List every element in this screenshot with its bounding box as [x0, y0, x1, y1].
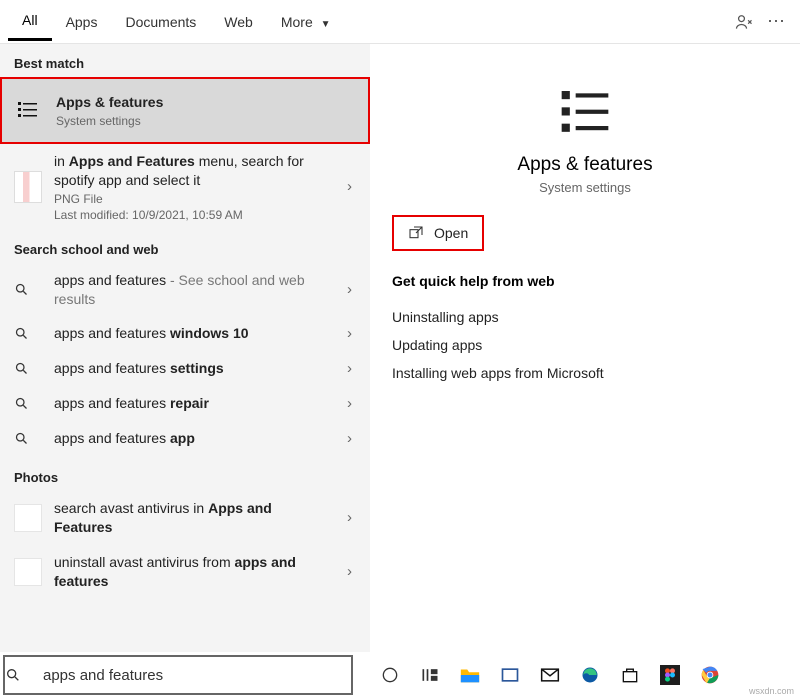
section-photos: Photos [0, 456, 370, 491]
more-options-icon[interactable]: ⋯ [760, 6, 792, 38]
chevron-right-icon[interactable]: › [343, 360, 356, 377]
search-icon [5, 667, 43, 683]
preview-panel: Apps & features System settings Open Get… [370, 44, 800, 652]
web-result[interactable]: apps and features app › [0, 421, 370, 456]
chevron-right-icon[interactable]: › [343, 281, 356, 298]
tab-web[interactable]: Web [210, 4, 267, 40]
search-input[interactable] [43, 667, 351, 684]
tab-all[interactable]: All [8, 2, 52, 41]
help-link[interactable]: Installing web apps from Microsoft [392, 359, 778, 387]
search-icon [14, 361, 42, 376]
search-icon [14, 396, 42, 411]
store-icon[interactable] [613, 658, 647, 692]
search-icon [14, 282, 42, 297]
tab-more-label: More [281, 14, 313, 30]
file-explorer-icon[interactable] [453, 658, 487, 692]
best-match-title: Apps & features [56, 93, 360, 112]
help-link[interactable]: Uninstalling apps [392, 303, 778, 331]
web-result[interactable]: apps and features repair › [0, 386, 370, 421]
chevron-right-icon[interactable]: › [343, 395, 356, 412]
png-thumbnail-icon [14, 171, 42, 203]
photo-result[interactable]: uninstall avast antivirus from apps and … [0, 545, 370, 599]
search-icon [14, 326, 42, 341]
chevron-right-icon[interactable]: › [343, 509, 356, 526]
results-panel: Best match Apps & features System settin… [0, 44, 370, 652]
web-result-title: apps and features app [54, 429, 331, 448]
search-filter-tabs: All Apps Documents Web More ▼ ⋯ [0, 0, 800, 44]
taskbar-row [0, 652, 800, 698]
tab-apps[interactable]: Apps [52, 4, 112, 40]
settings-list-icon [16, 98, 44, 122]
watermark: wsxdn.com [749, 686, 794, 696]
search-icon [14, 431, 42, 446]
photo-thumbnail-icon [14, 558, 42, 586]
chevron-down-icon: ▼ [321, 19, 331, 30]
photo-result-title: search avast antivirus in Apps and Featu… [54, 499, 331, 537]
help-header: Get quick help from web [392, 273, 778, 289]
file-result-modified: Last modified: 10/9/2021, 10:59 AM [54, 208, 331, 222]
word-icon[interactable] [493, 658, 527, 692]
section-search-web: Search school and web [0, 230, 370, 263]
edge-icon[interactable] [573, 658, 607, 692]
file-result-title: in Apps and Features menu, search for sp… [54, 152, 331, 190]
best-match-result[interactable]: Apps & features System settings [0, 77, 370, 144]
chevron-right-icon[interactable]: › [343, 430, 356, 447]
open-label: Open [434, 225, 468, 241]
web-result[interactable]: apps and features - See school and web r… [0, 263, 370, 317]
chevron-right-icon[interactable]: › [343, 178, 356, 195]
photo-result-title: uninstall avast antivirus from apps and … [54, 553, 331, 591]
web-result[interactable]: apps and features settings › [0, 351, 370, 386]
file-result-type: PNG File [54, 192, 331, 206]
chevron-right-icon[interactable]: › [343, 563, 356, 580]
feedback-icon[interactable] [728, 6, 760, 38]
web-result-title: apps and features windows 10 [54, 324, 331, 343]
web-result[interactable]: apps and features windows 10 › [0, 316, 370, 351]
preview-title: Apps & features [517, 154, 652, 176]
photo-result[interactable]: search avast antivirus in Apps and Featu… [0, 491, 370, 545]
open-action[interactable]: Open [392, 215, 484, 251]
search-box[interactable] [3, 655, 353, 695]
web-result-title: apps and features - See school and web r… [54, 271, 331, 309]
web-result-title: apps and features settings [54, 359, 331, 378]
chrome-icon[interactable] [693, 658, 727, 692]
section-best-match: Best match [0, 44, 370, 77]
open-icon [408, 225, 424, 241]
task-view-icon[interactable] [413, 658, 447, 692]
tab-documents[interactable]: Documents [111, 4, 210, 40]
figma-icon[interactable] [653, 658, 687, 692]
tab-more[interactable]: More ▼ [267, 4, 345, 40]
best-match-subtitle: System settings [56, 114, 360, 128]
hero-icon [553, 80, 617, 144]
help-link[interactable]: Updating apps [392, 331, 778, 359]
cortana-icon[interactable] [373, 658, 407, 692]
photo-thumbnail-icon [14, 504, 42, 532]
mail-icon[interactable] [533, 658, 567, 692]
web-result-title: apps and features repair [54, 394, 331, 413]
file-result[interactable]: in Apps and Features menu, search for sp… [0, 144, 370, 230]
chevron-right-icon[interactable]: › [343, 325, 356, 342]
preview-subtitle: System settings [539, 180, 631, 195]
